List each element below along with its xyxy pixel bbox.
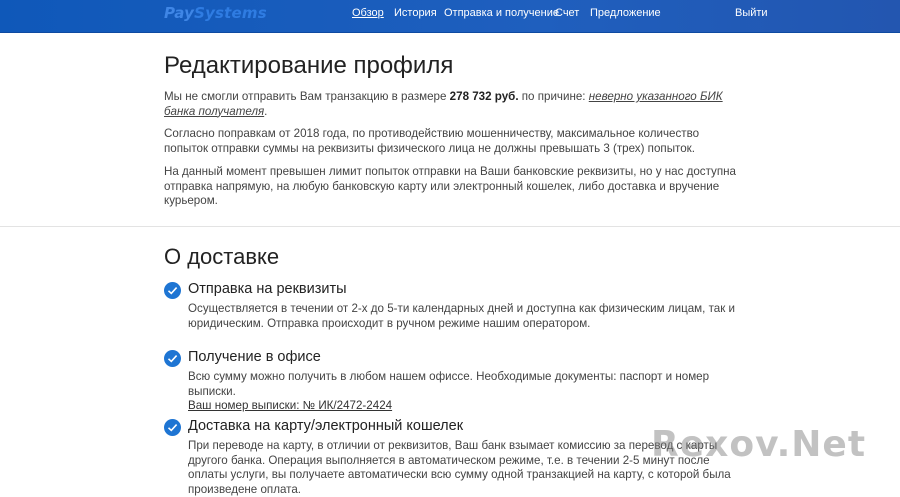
watermark: Rexov.Net	[651, 424, 867, 465]
nav-send-receive[interactable]: Отправка и получение	[444, 7, 559, 19]
main-nav: Обзор История Отправка и получение Счет …	[0, 7, 900, 25]
option-title: Отправка на реквизиты	[188, 281, 347, 297]
delivery-title: О доставке	[164, 244, 280, 269]
check-circle-icon	[164, 350, 181, 367]
statement-number-link[interactable]: Ваш номер выписки: № ИК/2472-2424	[188, 399, 392, 412]
nav-offer[interactable]: Предложение	[590, 7, 661, 19]
option-title: Доставка на карту/электронный кошелек	[188, 418, 464, 434]
limit-paragraph: На данный момент превышен лимит попыток …	[164, 165, 736, 207]
check-circle-icon	[164, 282, 181, 299]
regulation-paragraph: Согласно поправкам от 2018 года, по прот…	[164, 127, 700, 155]
top-navigation-bar: PaySystems Обзор История Отправка и полу…	[0, 0, 900, 33]
check-circle-icon	[164, 419, 181, 436]
transaction-message: Мы не смогли отправить Вам транзакцию в …	[164, 90, 723, 118]
option-description: Всю сумму можно получить в любом нашем о…	[188, 370, 710, 412]
page-title: Редактирование профиля	[164, 52, 454, 79]
option-title: Получение в офисе	[188, 349, 321, 365]
nav-history[interactable]: История	[394, 7, 437, 19]
amount-value: 278 732 руб.	[449, 90, 519, 103]
nav-account[interactable]: Счет	[555, 7, 579, 19]
section-divider	[0, 226, 900, 227]
nav-overview[interactable]: Обзор	[352, 7, 384, 19]
logout-link[interactable]: Выйти	[735, 7, 768, 19]
option-description: Осуществляется в течении от 2-х до 5-ти …	[188, 302, 735, 330]
